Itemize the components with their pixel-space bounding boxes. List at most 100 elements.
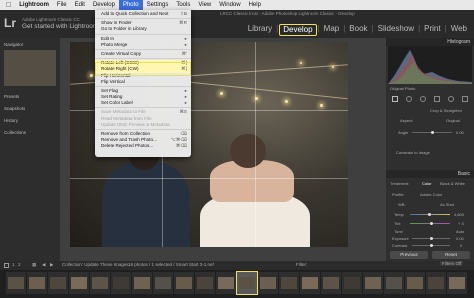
filmstrip-thumbnail[interactable]: [260, 277, 276, 289]
module-print[interactable]: Print: [421, 24, 443, 36]
temp-value[interactable]: 4,800: [454, 212, 464, 217]
profile-dropdown[interactable]: Adobe Color: [420, 192, 442, 197]
filmstrip-cell[interactable]: [405, 272, 425, 294]
filmstrip-thumbnail[interactable]: [50, 277, 66, 289]
forward-arrow-icon[interactable]: ▶: [50, 262, 53, 268]
back-arrow-icon[interactable]: ◀: [42, 262, 45, 268]
module-map[interactable]: Map: [321, 24, 343, 36]
crop-tool-icon[interactable]: [392, 96, 398, 102]
histogram[interactable]: [388, 46, 472, 84]
menu-app[interactable]: Lightroom: [15, 0, 53, 10]
menu-item[interactable]: Add to Quick Collection and Next ⇧B: [95, 11, 191, 17]
filmstrip-thumbnail[interactable]: [155, 277, 171, 289]
radial-filter-icon[interactable]: [448, 96, 454, 102]
apple-icon[interactable]: : [0, 2, 15, 9]
spot-removal-icon[interactable]: [406, 96, 412, 102]
filmstrip-thumbnail[interactable]: [218, 277, 234, 289]
tone-auto-button[interactable]: Auto: [456, 229, 464, 234]
brush-icon[interactable]: [462, 96, 468, 102]
navigator-header[interactable]: Navigator: [4, 42, 23, 47]
treatment-color-option[interactable]: Color: [422, 181, 432, 186]
tint-slider-knob[interactable]: [430, 222, 433, 225]
collection-source[interactable]: Collection: Update These Images: [62, 262, 128, 267]
tint-value[interactable]: + 3: [458, 221, 464, 226]
angle-value[interactable]: 0.00: [456, 130, 464, 135]
filmstrip-thumbnail[interactable]: [386, 277, 402, 289]
filmstrip-cell[interactable]: [174, 272, 194, 294]
page-2-label[interactable]: 2: [18, 262, 21, 267]
grid-view-icon[interactable]: ▦: [32, 262, 36, 268]
filmstrip-cell[interactable]: [90, 272, 110, 294]
collections-header[interactable]: Collections: [4, 130, 26, 135]
menu-tools[interactable]: Tools: [172, 0, 194, 10]
contrast-value[interactable]: 0: [460, 243, 462, 248]
filmstrip-cell[interactable]: [216, 272, 236, 294]
page-1-button[interactable]: [4, 263, 9, 268]
module-web[interactable]: Web: [448, 24, 470, 36]
menu-item[interactable]: Create Virtual Copy ⌘': [95, 51, 191, 57]
filmstrip-thumbnail[interactable]: [281, 277, 297, 289]
filmstrip-cell[interactable]: [69, 272, 89, 294]
filmstrip-thumbnail[interactable]: [239, 277, 255, 289]
filmstrip-cell[interactable]: [300, 272, 320, 294]
module-book[interactable]: Book: [346, 24, 370, 36]
menu-item[interactable]: Delete Rejected Photos... ⌘⌫: [95, 143, 191, 149]
filmstrip-thumbnail[interactable]: [92, 277, 108, 289]
histogram-header[interactable]: Histogram: [386, 38, 474, 46]
snapshots-header[interactable]: Snapshots: [4, 106, 25, 111]
module-library[interactable]: Library: [245, 24, 275, 36]
filmstrip-cell[interactable]: [195, 272, 215, 294]
filmstrip-cell[interactable]: [384, 272, 404, 294]
menu-view[interactable]: View: [194, 0, 215, 10]
aspect-dropdown[interactable]: Original: [446, 118, 460, 123]
filmstrip-cell[interactable]: [426, 272, 446, 294]
module-develop[interactable]: Develop: [279, 24, 317, 36]
filmstrip-cell[interactable]: [321, 272, 341, 294]
filmstrip-thumbnail[interactable]: [449, 277, 465, 289]
filmstrip-thumbnail[interactable]: [113, 277, 129, 289]
filmstrip-cell[interactable]: [132, 272, 152, 294]
constrain-checkbox-label[interactable]: Constrain to Image: [396, 150, 430, 155]
exposure-slider-knob[interactable]: [430, 237, 433, 240]
graduated-filter-icon[interactable]: [434, 96, 440, 102]
filmstrip-cell[interactable]: [27, 272, 47, 294]
filter-dropdown[interactable]: Filters Off: [440, 261, 464, 266]
menu-item[interactable]: Set Color Label ▸: [95, 100, 191, 106]
navigator-preview[interactable]: [4, 50, 56, 86]
menu-item[interactable]: Flip Vertical: [95, 79, 191, 85]
filmstrip-thumbnail[interactable]: [407, 277, 423, 289]
filmstrip-cell[interactable]: [342, 272, 362, 294]
reset-button[interactable]: Reset: [432, 251, 470, 259]
menu-window[interactable]: Window: [215, 0, 244, 10]
menu-develop[interactable]: Develop: [89, 0, 119, 10]
wb-dropdown[interactable]: As Shot: [440, 202, 454, 207]
menu-photo[interactable]: Photo: [118, 0, 143, 10]
menu-item[interactable]: Go to Folder in Library: [95, 26, 191, 32]
treatment-bw-option[interactable]: Black & White: [440, 181, 465, 186]
filmstrip-thumbnail[interactable]: [176, 277, 192, 289]
filmstrip-cell[interactable]: [153, 272, 173, 294]
filmstrip-thumbnail[interactable]: [323, 277, 339, 289]
filmstrip-thumbnail[interactable]: [71, 277, 87, 289]
filmstrip-cell[interactable]: [447, 272, 467, 294]
filmstrip-thumbnail[interactable]: [365, 277, 381, 289]
previous-button[interactable]: Previous: [390, 251, 428, 259]
filmstrip-thumbnail[interactable]: [302, 277, 318, 289]
filmstrip-thumbnail[interactable]: [428, 277, 444, 289]
menu-item[interactable]: Photo Merge ▸: [95, 42, 191, 48]
exposure-value[interactable]: 0.00: [456, 236, 464, 241]
filmstrip-cell[interactable]: [6, 272, 26, 294]
filmstrip-cell[interactable]: [279, 272, 299, 294]
menu-file[interactable]: File: [53, 0, 71, 10]
basic-header[interactable]: Basic: [386, 170, 474, 178]
red-eye-icon[interactable]: [420, 96, 426, 102]
filmstrip-thumbnail[interactable]: [29, 277, 45, 289]
menu-edit[interactable]: Edit: [71, 0, 89, 10]
filmstrip-thumbnail[interactable]: [197, 277, 213, 289]
filmstrip-cell[interactable]: [236, 271, 258, 295]
module-slideshow[interactable]: Slideshow: [375, 24, 417, 36]
menu-settings[interactable]: Settings: [143, 0, 173, 10]
filmstrip-cell[interactable]: [111, 272, 131, 294]
filmstrip-thumbnail[interactable]: [134, 277, 150, 289]
menu-help[interactable]: Help: [245, 0, 265, 10]
